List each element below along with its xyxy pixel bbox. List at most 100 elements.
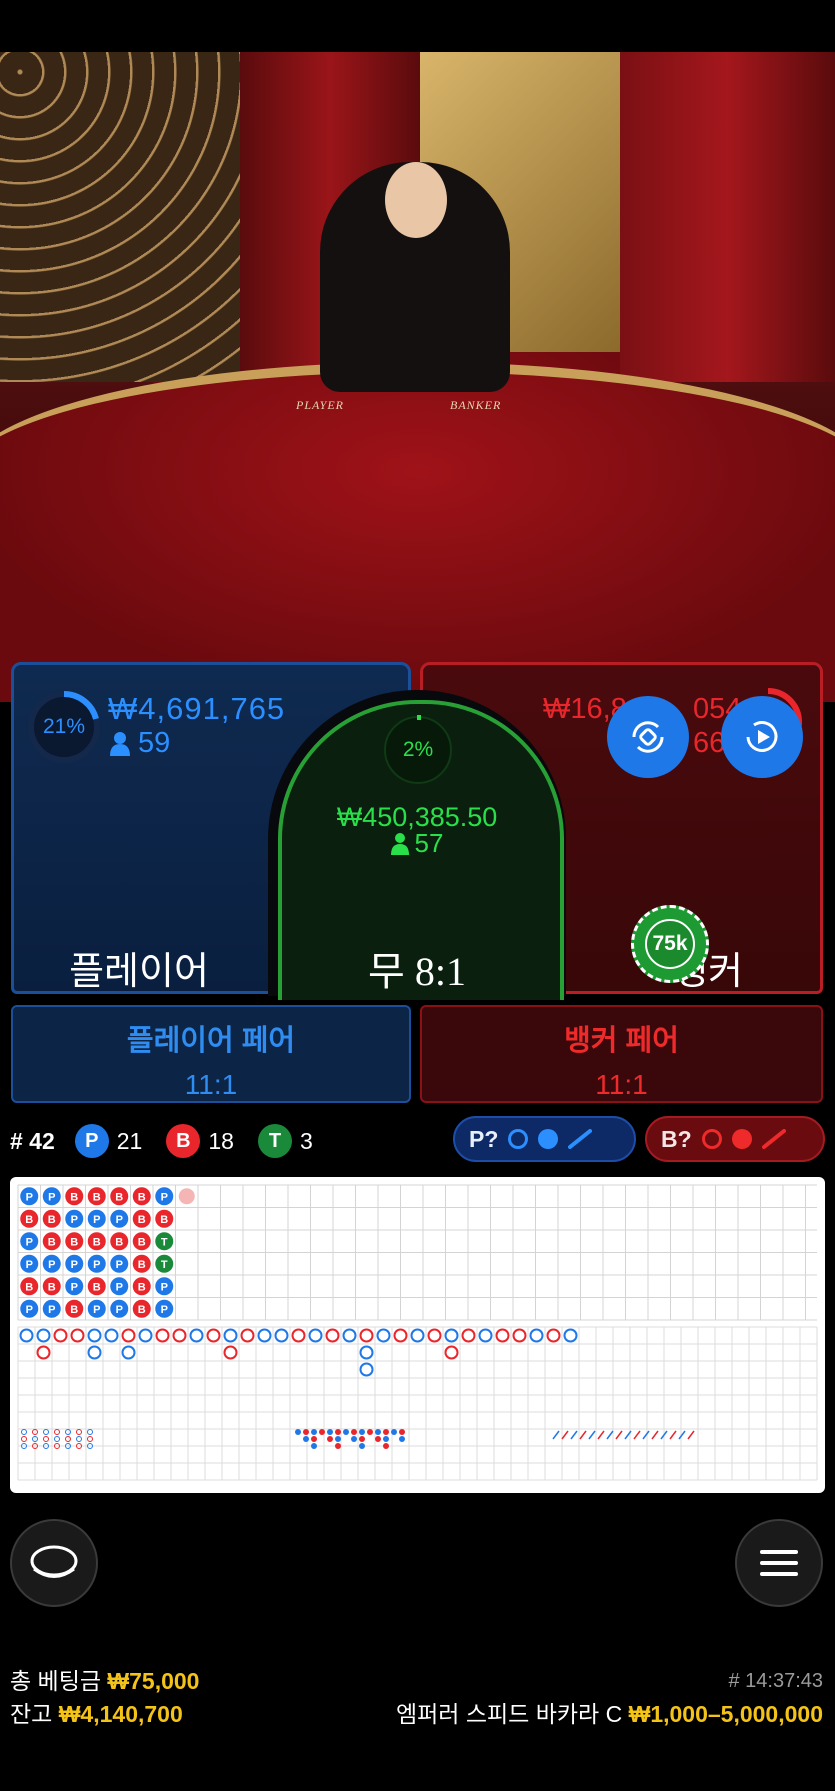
bead-letter: P xyxy=(116,1281,123,1293)
derived-road-slash xyxy=(633,1430,641,1440)
filled-circle-icon xyxy=(538,1129,559,1149)
big-road-mark xyxy=(444,1345,459,1360)
bead-letter: P xyxy=(161,1281,168,1293)
bead-letter: T xyxy=(161,1259,168,1271)
tie-bet-area[interactable]: 2% ₩450,385.50 57 무 8:1 xyxy=(278,700,564,1000)
hollow-circle-icon xyxy=(701,1129,722,1149)
big-road-mark xyxy=(19,1328,34,1343)
derived-road-mark xyxy=(21,1436,27,1442)
felt-banker-label: BANKER xyxy=(450,398,502,412)
footer-table-info: # 14:37:43 엠퍼러 스피드 바카라 C ₩1,000–5,000,00… xyxy=(396,1665,823,1731)
scoreboard-roadmap[interactable]: PBPPBPPBBPBPBPBPPBBPBPBPBPBPPPBBBBBBPBTT… xyxy=(10,1177,825,1493)
derived-road-slash xyxy=(588,1430,596,1440)
person-icon xyxy=(110,731,130,756)
bead-letter: B xyxy=(48,1281,56,1293)
derived-road-slash xyxy=(642,1430,650,1440)
bead-letter: B xyxy=(138,1236,146,1248)
bead-letter: B xyxy=(70,1304,78,1316)
player-bettors: 59 xyxy=(110,727,170,760)
balance-label: 잔고 xyxy=(10,1701,53,1727)
video-button[interactable] xyxy=(721,696,803,778)
big-road-mark xyxy=(87,1328,102,1343)
player-pair-odds: 11:1 xyxy=(184,1069,238,1100)
big-road-mark xyxy=(70,1328,85,1343)
bead-letter: P xyxy=(26,1259,33,1271)
tie-percent-tick xyxy=(417,715,421,720)
derived-road-slash xyxy=(570,1430,578,1440)
banker-pair-label: 뱅커 페어 xyxy=(564,1025,679,1057)
derived-road-mark xyxy=(43,1436,49,1442)
bead-letter: P xyxy=(71,1214,78,1226)
big-road-mark xyxy=(495,1328,510,1343)
total-bet-value: ₩75,000 xyxy=(107,1668,200,1694)
bead-letter: P xyxy=(48,1259,55,1271)
chat-button[interactable] xyxy=(10,1519,98,1607)
tie-wins: 3 xyxy=(299,1127,313,1154)
big-road-mark xyxy=(53,1328,68,1343)
derived-road-dot xyxy=(311,1436,317,1442)
derived-road-slash xyxy=(561,1430,569,1440)
bead-letter: B xyxy=(138,1214,146,1226)
banker-predict-button[interactable]: B? xyxy=(645,1116,825,1162)
player-pair-label: 플레이어 페어 xyxy=(126,1025,296,1057)
camera-rotate-button[interactable] xyxy=(607,696,689,778)
hollow-circle-icon xyxy=(508,1129,529,1149)
derived-road-dot xyxy=(383,1436,389,1442)
player-label: 플레이어 xyxy=(69,951,209,993)
player-predict-button[interactable]: P? xyxy=(453,1116,636,1162)
video-play-icon xyxy=(746,721,778,752)
derived-road-dot xyxy=(319,1429,325,1435)
big-road-mark xyxy=(155,1328,170,1343)
derived-road-dot xyxy=(335,1429,341,1435)
derived-road-slash xyxy=(597,1430,605,1440)
bead-letter: P xyxy=(71,1281,78,1293)
bead-letter: B xyxy=(48,1236,56,1248)
big-road-mark xyxy=(478,1328,493,1343)
big-road-mark xyxy=(189,1328,204,1343)
bead-letter: B xyxy=(115,1191,123,1203)
bead-letter: P xyxy=(48,1304,55,1316)
derived-road-mark xyxy=(43,1429,49,1435)
chip-value: 75k xyxy=(645,919,695,969)
big-road-mark xyxy=(563,1328,578,1343)
derived-road-dot xyxy=(327,1436,333,1442)
player-pair-bet[interactable]: 플레이어 페어 11:1 xyxy=(11,1005,411,1103)
menu-button[interactable] xyxy=(735,1519,823,1607)
derived-road-dot xyxy=(375,1429,381,1435)
placed-chip[interactable]: 75k xyxy=(631,905,709,983)
big-road-mark xyxy=(138,1328,153,1343)
felt-player-label: PLAYER xyxy=(296,398,345,412)
menu-icon xyxy=(760,1550,798,1576)
derived-road-dot xyxy=(383,1429,389,1435)
derived-road-dot xyxy=(359,1443,365,1449)
round-stats: # 42 P 21 B 18 T 3 xyxy=(10,1123,313,1159)
bead-letter: B xyxy=(138,1304,146,1316)
bead-letter: P xyxy=(161,1191,168,1203)
player-wins: 21 xyxy=(116,1127,143,1154)
banker-pair-bet[interactable]: 뱅커 페어 11:1 xyxy=(420,1005,823,1103)
round-number: # 42 xyxy=(10,1127,55,1154)
big-road-mark xyxy=(342,1328,357,1343)
bead-letter: P xyxy=(116,1214,123,1226)
baccarat-table xyxy=(0,362,835,702)
bead-letter: P xyxy=(116,1259,123,1271)
balance-value: ₩4,140,700 xyxy=(58,1701,183,1727)
decor-wall xyxy=(0,52,240,382)
player-percent: 21% xyxy=(42,715,86,738)
derived-road-dot xyxy=(311,1443,317,1449)
derived-road-mark xyxy=(54,1436,60,1442)
bead-letter: B xyxy=(138,1259,146,1271)
big-road-mark xyxy=(546,1328,561,1343)
bead-letter: B xyxy=(70,1191,78,1203)
tie-percent: 2% xyxy=(402,738,434,761)
big-road-mark xyxy=(87,1345,102,1360)
big-road-mark xyxy=(325,1328,340,1343)
derived-road-mark xyxy=(76,1436,82,1442)
derived-road-dot xyxy=(359,1429,365,1435)
derived-road-mark xyxy=(65,1436,71,1442)
derived-road-dot xyxy=(391,1429,397,1435)
big-road-mark xyxy=(36,1345,51,1360)
round-time: # 14:37:43 xyxy=(728,1670,823,1692)
derived-road-dot xyxy=(311,1429,317,1435)
big-road-mark xyxy=(223,1345,238,1360)
